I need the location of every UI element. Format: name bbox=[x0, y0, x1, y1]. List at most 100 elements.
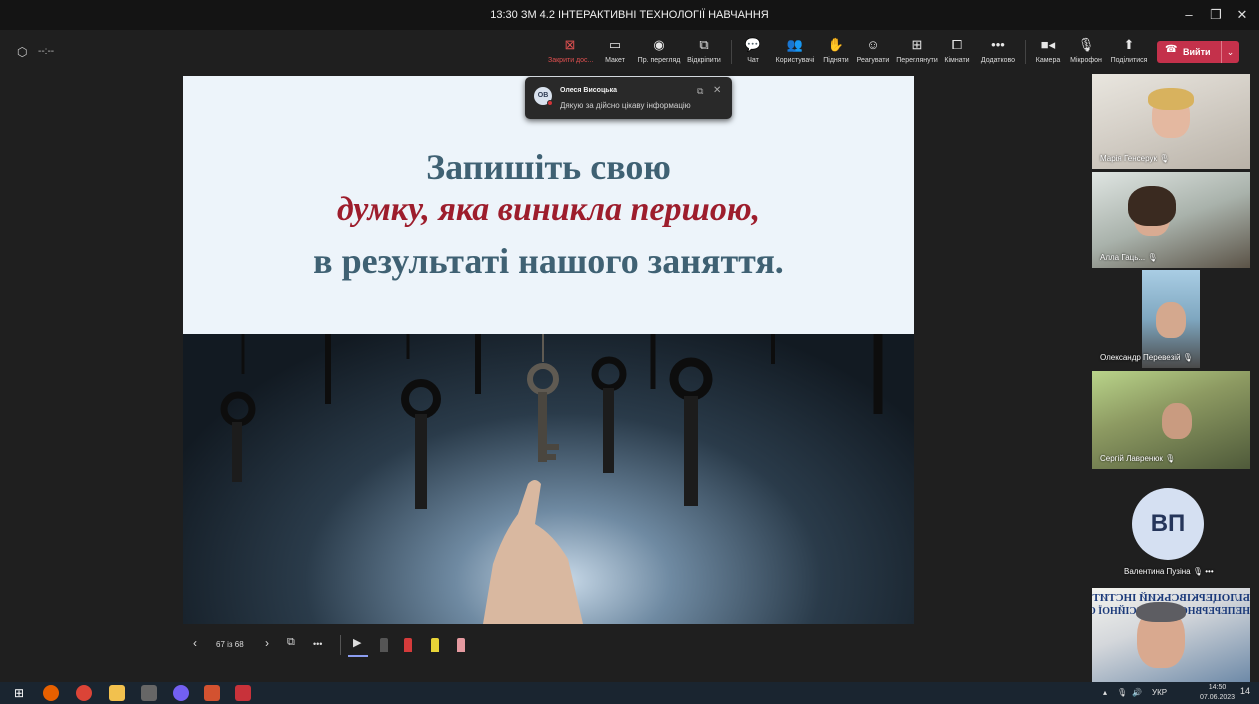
clock-time: 14:50 bbox=[1208, 684, 1227, 691]
pop-out-button[interactable]: ⧉ Відкріпити bbox=[686, 37, 722, 69]
pop-out-icon: ⧉ bbox=[699, 37, 709, 52]
pen-red-icon[interactable] bbox=[404, 638, 412, 652]
raise-hand-label: Підняти bbox=[823, 57, 849, 64]
toolbar-divider bbox=[731, 40, 732, 64]
calculator-icon[interactable] bbox=[141, 685, 157, 701]
layout-button[interactable]: ▭ Макет bbox=[601, 37, 629, 69]
participant-video-tile[interactable]: Олександр Перевезій 🎙 bbox=[1092, 270, 1250, 368]
hair-shape bbox=[1148, 88, 1194, 110]
previous-slide-button[interactable]: ‹ bbox=[193, 636, 197, 650]
rooms-icon: ⧠ bbox=[951, 37, 963, 52]
share-label: Поділитися bbox=[1110, 57, 1148, 64]
eraser-icon[interactable] bbox=[457, 638, 465, 652]
more-label: Додатково bbox=[980, 57, 1016, 64]
eye-icon: ◉ bbox=[653, 37, 665, 52]
share-button[interactable]: ⬆ Поділитися bbox=[1108, 37, 1150, 69]
notification-count: 14 bbox=[1240, 686, 1251, 696]
participant-name: Валентина Пузіна 🎙 ••• bbox=[1124, 567, 1214, 576]
shared-slide: Запишіть свою думку, яка виникла першою,… bbox=[183, 76, 914, 624]
pointer-icon[interactable]: ▶ bbox=[353, 636, 361, 649]
participant-name: Алла Гаць... 🎙 bbox=[1100, 253, 1158, 262]
chat-notification[interactable]: ОВ Олеся Висоцька Дякую за дійсно цікаву… bbox=[525, 77, 732, 119]
presenter-view-button[interactable]: ◉ Пр. перегляд bbox=[636, 37, 682, 69]
view-label: Переглянути bbox=[896, 57, 938, 64]
file-explorer-icon[interactable] bbox=[109, 685, 125, 701]
share-icon: ⬆ bbox=[1123, 37, 1135, 52]
hand-shape bbox=[483, 480, 583, 624]
leave-label: Вийти bbox=[1183, 47, 1211, 57]
chrome-icon[interactable] bbox=[76, 685, 92, 701]
camera-label: Камера bbox=[1035, 57, 1061, 64]
slide-line-2: думку, яка виникла першою, bbox=[336, 191, 761, 228]
chevron-down-icon[interactable]: ⌄ bbox=[1221, 41, 1239, 63]
chat-icon: 💬 bbox=[744, 37, 762, 52]
raise-hand-button[interactable]: ✋ Підняти bbox=[822, 37, 850, 69]
participant-video-tile[interactable]: Алла Гаць... 🎙 bbox=[1092, 172, 1250, 268]
highlighter-icon[interactable] bbox=[431, 638, 439, 652]
react-label: Реагувати bbox=[856, 57, 890, 64]
mic-button[interactable]: 🎙 Мікрофон bbox=[1068, 37, 1104, 69]
participant-video-tile[interactable]: Сергій Лавренюк 🎙 bbox=[1092, 371, 1250, 469]
layout-icon: ▭ bbox=[608, 37, 622, 52]
rooms-button[interactable]: ⧠ Кімнати bbox=[942, 37, 972, 69]
people-label: Користувачі bbox=[775, 57, 815, 64]
leave-button[interactable]: ☎ Вийти ⌄ bbox=[1157, 41, 1239, 63]
title-bar: 13:30 ЗМ 4.2 ІНТЕРАКТИВНІ ТЕХНОЛОГІЇ НАВ… bbox=[0, 0, 1259, 30]
rooms-label: Кімнати bbox=[944, 57, 970, 64]
participant-name: Олександр Перевезій 🎙 bbox=[1100, 353, 1193, 362]
camera-button[interactable]: ■◂ Камера bbox=[1033, 37, 1063, 69]
more-button[interactable]: ••• Додатково bbox=[978, 37, 1018, 69]
participant-avatar-tile[interactable]: ВП Валентина Пузіна 🎙 ••• bbox=[1092, 472, 1250, 582]
stop-share-icon: ⊠ bbox=[564, 37, 576, 52]
minimize-icon[interactable]: – bbox=[1178, 5, 1200, 25]
maximize-icon[interactable]: ❐ bbox=[1205, 5, 1227, 25]
self-video-tile[interactable]: БІЛОЦЕРКІВСЬКИЙ ІНСТИТУТ НЕПЕРЕРВНОЇ ПРО… bbox=[1092, 588, 1250, 682]
toolbar-divider bbox=[1025, 40, 1026, 64]
mic-off-icon: 🎙 bbox=[1147, 253, 1158, 262]
more-options-icon[interactable]: ••• bbox=[1205, 567, 1213, 576]
slide-grid-icon[interactable]: ⧉ bbox=[287, 636, 295, 649]
firefox-icon[interactable] bbox=[43, 685, 59, 701]
notification-message: Дякую за дійсно цікаву інформацію bbox=[560, 101, 691, 110]
react-button[interactable]: ☺ Реагувати bbox=[855, 37, 891, 69]
view-button[interactable]: ⊞ Переглянути bbox=[895, 37, 939, 69]
notification-center-icon[interactable]: 14 bbox=[1240, 686, 1250, 696]
microphone-icon[interactable]: 🎙 bbox=[1117, 688, 1127, 697]
people-button[interactable]: 👥 Користувачі bbox=[773, 37, 817, 69]
office-app-icon[interactable] bbox=[204, 685, 220, 701]
layout-label: Макет bbox=[605, 57, 625, 64]
close-icon[interactable]: ✕ bbox=[713, 85, 721, 96]
volume-icon[interactable]: 🔊 bbox=[1132, 688, 1142, 697]
presenter-view-label: Пр. перегляд bbox=[637, 57, 681, 64]
mic-off-icon: 🎙 bbox=[1159, 154, 1170, 163]
chat-button[interactable]: 💬 Чат bbox=[742, 37, 764, 69]
grid-icon: ⊞ bbox=[911, 37, 923, 52]
participant-initials-avatar: ВП bbox=[1132, 488, 1204, 560]
mic-off-icon: 🎙 bbox=[1182, 353, 1193, 362]
chat-label: Чат bbox=[747, 57, 759, 64]
slide-line-1: Запишіть свою bbox=[426, 147, 671, 187]
keys-photo bbox=[183, 334, 914, 624]
next-slide-button[interactable]: › bbox=[265, 636, 269, 650]
teams-window: 13:30 ЗМ 4.2 ІНТЕРАКТИВНІ ТЕХНОЛОГІЇ НАВ… bbox=[0, 0, 1259, 704]
system-clock[interactable]: 14:50 07.06.2023 bbox=[1200, 683, 1235, 703]
document-app-icon[interactable] bbox=[235, 685, 251, 701]
pop-out-icon[interactable]: ⧉ bbox=[697, 86, 703, 97]
meeting-timer: --:-- bbox=[38, 46, 55, 57]
notification-sender: Олеся Висоцька bbox=[560, 87, 617, 94]
chevron-up-icon[interactable]: ▴ bbox=[1103, 688, 1107, 697]
viber-icon[interactable] bbox=[173, 685, 189, 701]
pen-black-icon[interactable] bbox=[380, 638, 388, 652]
mic-label: Мікрофон bbox=[1070, 57, 1102, 64]
more-options-button[interactable]: ••• bbox=[313, 639, 322, 649]
language-indicator[interactable]: УКР bbox=[1152, 688, 1167, 697]
busy-status-icon bbox=[547, 100, 553, 106]
slide-line-3: в результаті нашого заняття. bbox=[313, 241, 784, 281]
windows-start-icon[interactable]: ⊞ bbox=[11, 685, 27, 701]
hand-icon: ✋ bbox=[827, 37, 845, 52]
close-icon[interactable]: ✕ bbox=[1231, 5, 1253, 25]
pop-out-label: Відкріпити bbox=[687, 57, 721, 64]
stop-sharing-button[interactable]: ⊠ Закрити дос... bbox=[548, 37, 593, 69]
participant-video-tile[interactable]: Марія Генсерук 🎙 bbox=[1092, 74, 1250, 169]
people-icon: 👥 bbox=[786, 37, 804, 52]
